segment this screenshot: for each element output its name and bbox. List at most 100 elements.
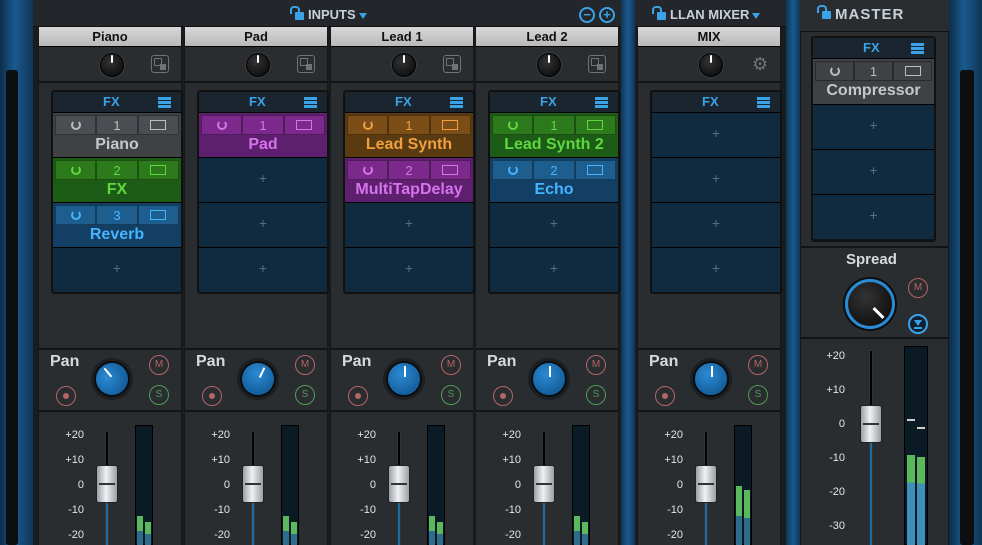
insert-slot[interactable]: 2 MultiTapDelay xyxy=(345,157,473,202)
power-icon[interactable] xyxy=(55,160,97,180)
mute-button[interactable]: M xyxy=(586,355,606,375)
empty-insert-slot[interactable]: + xyxy=(199,157,327,202)
input-gain-knob[interactable] xyxy=(537,53,561,77)
gear-icon[interactable]: ⚙ xyxy=(752,55,770,73)
insert-slot[interactable]: 1 Pad xyxy=(199,112,327,157)
pan-knob[interactable] xyxy=(386,361,422,397)
record-button[interactable] xyxy=(202,386,222,406)
menu-icon[interactable] xyxy=(757,97,770,108)
menu-icon[interactable] xyxy=(450,97,463,108)
llan-title[interactable]: LLAN MIXER xyxy=(652,5,761,22)
window-icon[interactable] xyxy=(137,115,179,135)
window-icon[interactable] xyxy=(429,115,471,135)
input-gain-knob[interactable] xyxy=(392,53,416,77)
window-icon[interactable] xyxy=(137,160,179,180)
insert-slot[interactable]: 1 Compressor xyxy=(813,58,934,104)
window-icon[interactable] xyxy=(429,160,471,180)
channel-fader[interactable] xyxy=(533,465,555,503)
insert-slot[interactable]: 2 Echo xyxy=(490,157,618,202)
empty-insert-slot[interactable]: + xyxy=(345,247,473,292)
empty-insert-slot[interactable]: + xyxy=(813,149,934,194)
empty-insert-slot[interactable]: + xyxy=(199,202,327,247)
solo-button[interactable]: S xyxy=(586,385,606,405)
menu-icon[interactable] xyxy=(595,97,608,108)
solo-button[interactable]: S xyxy=(295,385,315,405)
lock-icon[interactable] xyxy=(817,5,831,20)
power-icon[interactable] xyxy=(347,115,389,135)
record-button[interactable] xyxy=(493,386,513,406)
menu-icon[interactable] xyxy=(304,97,317,108)
window-icon[interactable] xyxy=(283,115,325,135)
channel-fader[interactable] xyxy=(96,465,118,503)
empty-insert-slot[interactable]: + xyxy=(813,194,934,239)
window-icon[interactable] xyxy=(574,160,616,180)
power-icon[interactable] xyxy=(55,115,97,135)
record-button[interactable] xyxy=(655,386,675,406)
solo-button[interactable]: S xyxy=(149,385,169,405)
empty-insert-slot[interactable]: + xyxy=(199,247,327,292)
pan-knob[interactable] xyxy=(234,355,282,403)
record-button[interactable] xyxy=(348,386,368,406)
channel-fader[interactable] xyxy=(695,465,717,503)
channel-name[interactable]: Lead 2 xyxy=(476,27,618,47)
power-icon[interactable] xyxy=(492,160,534,180)
empty-insert-slot[interactable]: + xyxy=(652,112,780,157)
inputs-title[interactable]: INPUTS xyxy=(290,5,367,22)
mute-button[interactable]: M xyxy=(149,355,169,375)
dropdown-icon[interactable] xyxy=(358,12,367,19)
mute-button[interactable]: M xyxy=(748,355,768,375)
power-icon[interactable] xyxy=(815,61,854,81)
power-icon[interactable] xyxy=(347,160,389,180)
empty-insert-slot[interactable]: + xyxy=(490,202,618,247)
lock-icon[interactable] xyxy=(652,5,666,20)
pan-knob[interactable] xyxy=(531,361,567,397)
empty-insert-slot[interactable]: + xyxy=(345,202,473,247)
add-channel-button[interactable]: + xyxy=(599,7,615,23)
insert-slot[interactable]: 3 Reverb xyxy=(53,202,181,247)
dropdown-icon[interactable] xyxy=(752,12,761,19)
insert-slot[interactable]: 1 Piano xyxy=(53,112,181,157)
solo-button[interactable]: S xyxy=(748,385,768,405)
routing-icon[interactable] xyxy=(588,55,606,73)
insert-slot[interactable]: 2 FX xyxy=(53,157,181,202)
insert-slot[interactable]: 1 Lead Synth xyxy=(345,112,473,157)
empty-insert-slot[interactable]: + xyxy=(652,247,780,292)
menu-icon[interactable] xyxy=(911,43,924,54)
input-gain-knob[interactable] xyxy=(100,53,124,77)
routing-icon[interactable] xyxy=(151,55,169,73)
empty-insert-slot[interactable]: + xyxy=(53,247,181,292)
mute-button[interactable]: M xyxy=(295,355,315,375)
channel-fader[interactable] xyxy=(242,465,264,503)
record-button[interactable] xyxy=(56,386,76,406)
menu-icon[interactable] xyxy=(158,97,171,108)
channel-name[interactable]: Pad xyxy=(185,27,327,47)
channel-name[interactable]: Piano xyxy=(39,27,181,47)
power-icon[interactable] xyxy=(492,115,534,135)
mute-button[interactable]: M xyxy=(908,278,928,298)
lock-icon[interactable] xyxy=(290,5,304,20)
pan-knob[interactable] xyxy=(86,353,138,405)
mute-button[interactable]: M xyxy=(441,355,461,375)
channel-name[interactable]: MIX xyxy=(638,27,780,47)
master-fader[interactable] xyxy=(860,405,882,443)
channel-fader[interactable] xyxy=(388,465,410,503)
pan-knob[interactable] xyxy=(693,361,729,397)
input-gain-knob[interactable] xyxy=(699,53,723,77)
power-icon[interactable] xyxy=(55,205,97,225)
window-icon[interactable] xyxy=(137,205,179,225)
window-icon[interactable] xyxy=(574,115,616,135)
solo-button[interactable]: S xyxy=(441,385,461,405)
remove-channel-button[interactable]: − xyxy=(579,7,595,23)
empty-insert-slot[interactable]: + xyxy=(652,157,780,202)
input-gain-knob[interactable] xyxy=(246,53,270,77)
power-icon[interactable] xyxy=(201,115,243,135)
routing-icon[interactable] xyxy=(297,55,315,73)
output-icon[interactable] xyxy=(908,314,928,334)
insert-slot[interactable]: 1 Lead Synth 2 xyxy=(490,112,618,157)
window-icon[interactable] xyxy=(893,61,932,81)
empty-insert-slot[interactable]: + xyxy=(813,104,934,149)
empty-insert-slot[interactable]: + xyxy=(490,247,618,292)
routing-icon[interactable] xyxy=(443,55,461,73)
spread-knob[interactable] xyxy=(845,279,895,329)
channel-name[interactable]: Lead 1 xyxy=(331,27,473,47)
